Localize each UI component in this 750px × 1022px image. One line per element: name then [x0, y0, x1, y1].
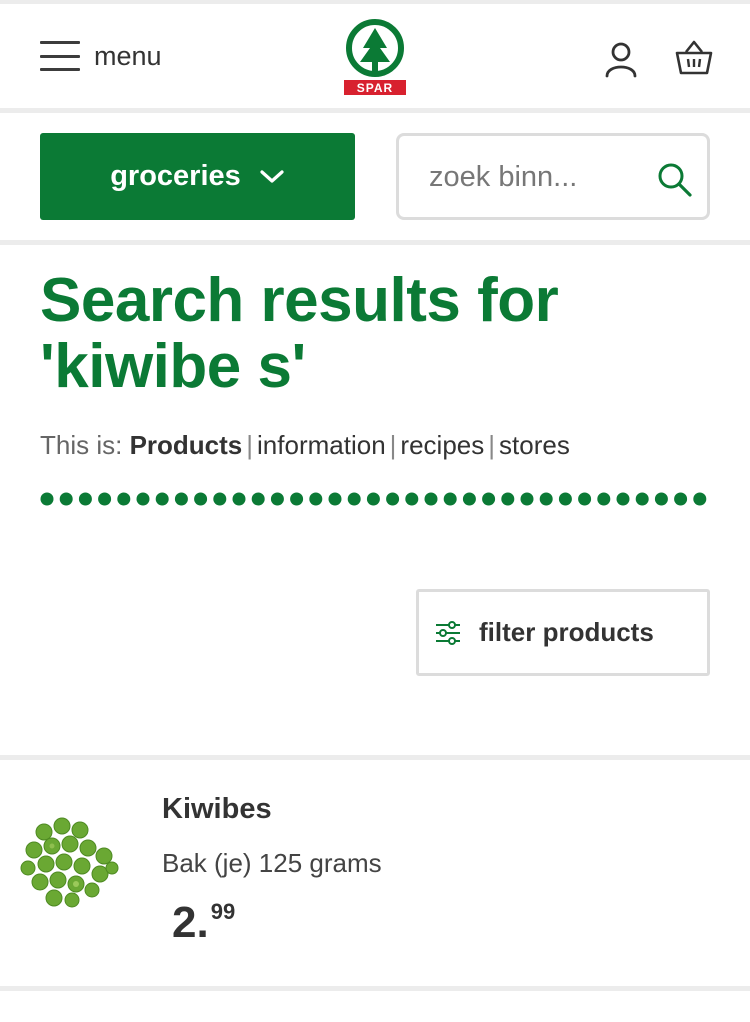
basket-icon[interactable] — [674, 38, 714, 78]
product-name[interactable]: Kiwibes — [162, 793, 272, 826]
price-euros: 2. — [172, 898, 209, 947]
account-icon[interactable] — [602, 40, 640, 78]
filter-products-button[interactable]: filter products — [416, 589, 710, 676]
search-icon[interactable] — [657, 162, 693, 198]
search-input[interactable] — [429, 156, 619, 198]
top-header: menu SPAR — [0, 0, 750, 108]
tab-information[interactable]: information — [257, 430, 386, 460]
filter-sliders-icon — [436, 620, 460, 645]
product-size: Bak (je) 125 grams — [162, 848, 382, 878]
dotted-divider — [40, 492, 707, 506]
scope-prefix: This is: — [40, 430, 123, 460]
chevron-down-icon — [260, 169, 284, 183]
spar-logo[interactable]: SPAR — [342, 18, 408, 96]
product-image-kiwibes[interactable] — [14, 812, 124, 912]
result-scope-tabs: This is: Products | information | recipes | st… — [40, 430, 570, 460]
list-divider-bottom — [0, 986, 750, 991]
price-cents: 99 — [210, 899, 236, 924]
search-divider — [0, 240, 750, 245]
filter-label: filter products — [479, 617, 654, 647]
category-dropdown-button[interactable]: groceries — [40, 133, 355, 220]
menu-label: menu — [94, 40, 162, 71]
category-label: groceries — [110, 160, 241, 192]
list-divider-top — [0, 755, 750, 760]
hamburger-icon — [40, 41, 80, 71]
menu-button[interactable]: menu — [40, 38, 162, 74]
tab-recipes[interactable]: recipes — [400, 430, 484, 460]
product-price: 2.99 — [172, 898, 235, 948]
header-divider — [0, 108, 750, 113]
tab-products[interactable]: Products — [130, 430, 243, 460]
page-title: Search results for 'kiwibe s' — [40, 266, 559, 401]
logo-text: SPAR — [357, 81, 393, 95]
tab-stores[interactable]: stores — [499, 430, 570, 460]
search-box — [396, 133, 710, 220]
